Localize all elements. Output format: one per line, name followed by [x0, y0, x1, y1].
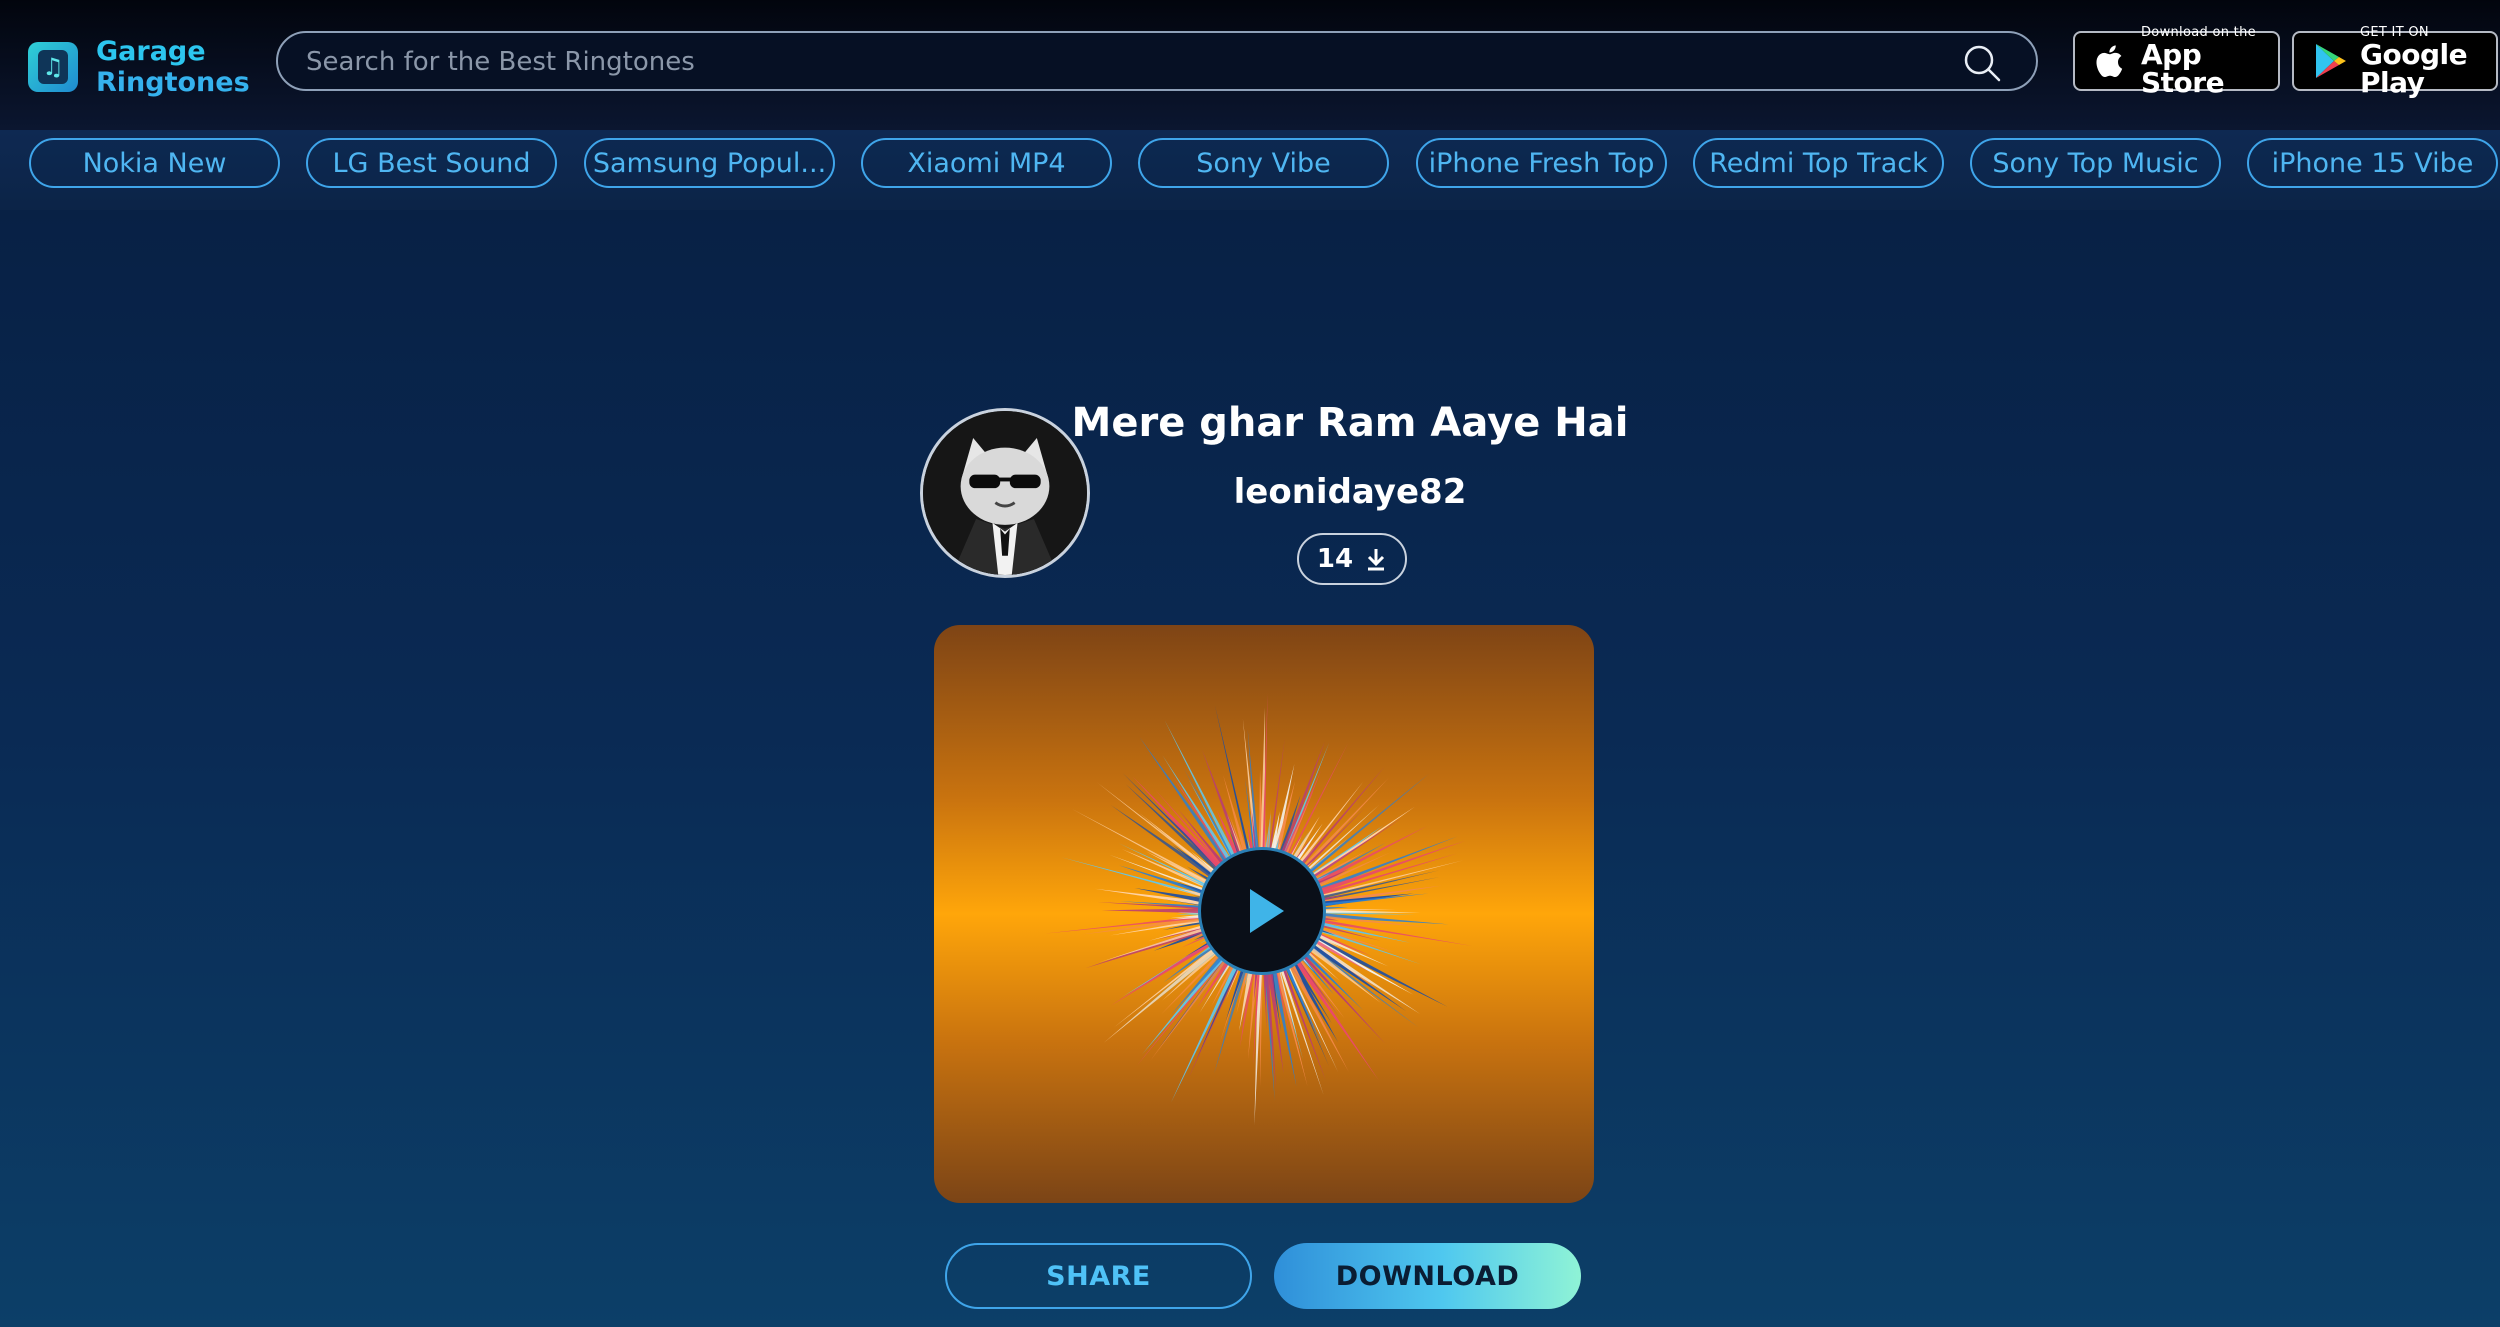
logo-text: Garage Ringtones — [96, 36, 250, 98]
category-pills: Nokia New LG Best Sound Samsung Popul...… — [0, 138, 2500, 188]
share-button[interactable]: SHARE — [945, 1243, 1252, 1309]
logo-line-1: Garage — [96, 36, 206, 67]
category-pill[interactable]: Sony Top Music — [1970, 138, 2221, 188]
category-pill[interactable]: Nokia New — [29, 138, 280, 188]
apple-icon — [2096, 45, 2123, 78]
download-icon — [1368, 549, 1385, 571]
ringtone-artwork — [934, 625, 1594, 1203]
download-button[interactable]: DOWNLOAD — [1274, 1243, 1581, 1309]
category-pill[interactable]: Xiaomi MP4 — [861, 138, 1112, 188]
app-store-badge[interactable]: Download on the App Store — [2073, 26, 2280, 96]
google-play-label: Google Play — [2360, 37, 2468, 99]
category-pill[interactable]: Sony Vibe — [1138, 138, 1389, 188]
category-pill[interactable]: iPhone 15 Vibe — [2247, 138, 2498, 188]
google-play-small-text: GET IT ON — [2360, 24, 2429, 40]
download-count-badge: 14 — [1297, 533, 1407, 585]
category-pill[interactable]: LG Best Sound — [306, 138, 557, 188]
search-bar — [276, 31, 2038, 91]
play-icon — [1250, 889, 1284, 933]
app-store-label: App Store — [2141, 37, 2225, 99]
play-store-icon — [2316, 44, 2346, 78]
search-icon[interactable] — [1962, 43, 2002, 83]
logo-line-2: Ringtones — [96, 67, 250, 98]
google-play-badge[interactable]: GET IT ON Google Play — [2292, 26, 2498, 96]
category-pill[interactable]: iPhone Fresh Top — [1416, 138, 1667, 188]
music-note-icon: ♫ — [28, 42, 78, 92]
app-store-small-text: Download on the — [2141, 24, 2256, 40]
top-header: ♫ Garage Ringtones Download on the App S… — [0, 0, 2500, 130]
category-pill[interactable]: Samsung Popul... — [584, 138, 835, 188]
category-pill[interactable]: Redmi Top Track — [1693, 138, 1944, 188]
download-count: 14 — [1316, 544, 1354, 574]
search-input[interactable] — [304, 41, 1908, 83]
ringtone-author[interactable]: leonidaye82 — [1110, 472, 1590, 512]
site-logo[interactable]: ♫ Garage Ringtones — [28, 36, 250, 98]
ringtone-title: Mere ghar Ram Aaye Hai — [1071, 400, 1629, 446]
play-button[interactable] — [1198, 847, 1326, 975]
